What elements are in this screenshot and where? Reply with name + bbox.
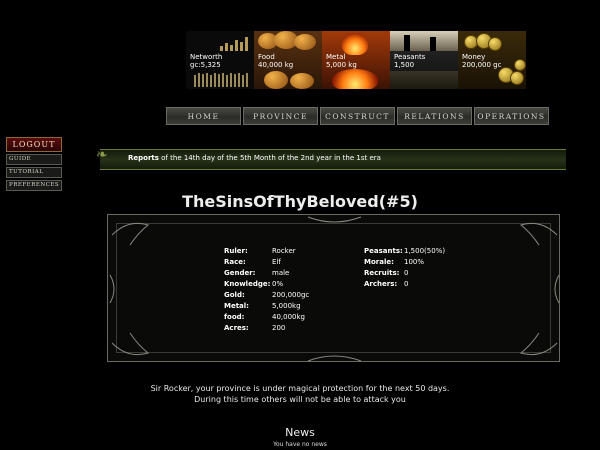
race-value: Elf	[272, 258, 281, 266]
stat-recruits: Recruits: 0	[364, 269, 408, 278]
metal-stat-label: Metal:	[224, 302, 249, 310]
networth-label: Networth	[190, 53, 223, 61]
stat-gold: Gold: 200,000gc	[224, 291, 309, 300]
province-stats-panel: Ruler: Rocker Race: Elf Gender: male Knowle…	[107, 214, 560, 362]
morale-label: Morale:	[364, 258, 394, 266]
archers-value: 0	[404, 280, 409, 288]
peasants-label: Peasants	[394, 53, 426, 61]
knowledge-label: Knowledge:	[224, 280, 271, 288]
stat-peasants: Peasants:1,500(50%)	[364, 247, 445, 256]
metal-label: Metal	[326, 53, 346, 61]
resource-banner: Networth gc:5,325 Food 40,000 kg Metal 5…	[186, 31, 526, 89]
logout-button[interactable]: LOGOUT	[6, 137, 62, 152]
food-value: 40,000 kg	[258, 61, 294, 69]
money-panel: Money 200,000 gc	[458, 31, 526, 89]
gold-value: 200,000gc	[272, 291, 310, 299]
money-label: Money	[462, 53, 486, 61]
networth-bars-icon	[194, 73, 254, 87]
peasants-stat-label: Peasants:	[364, 247, 403, 255]
stat-gender: Gender: male	[224, 269, 289, 278]
metal-value: 5,000 kg	[326, 61, 357, 69]
peasants-value: 1,500	[394, 61, 415, 69]
race-label: Race:	[224, 258, 246, 266]
archers-label: Archers:	[364, 280, 398, 288]
main-nav: HOME PROVINCE CONSTRUCT RELATIONS OPERAT…	[166, 107, 549, 125]
report-bar: ❧ Reports of the 14th day of the 5th Mon…	[96, 147, 566, 170]
food-stat-value: 40,000kg	[272, 313, 305, 321]
ruler-value: Rocker	[272, 247, 296, 255]
news-empty-text: You have no news	[273, 441, 327, 448]
gender-label: Gender:	[224, 269, 256, 277]
recruits-value: 0	[404, 269, 409, 277]
recruits-label: Recruits:	[364, 269, 400, 277]
ornament-icon: ❧	[96, 147, 108, 163]
food-panel: Food 40,000 kg	[254, 31, 322, 89]
gold-label: Gold:	[224, 291, 245, 299]
stat-acres: Acres: 200	[224, 324, 285, 333]
food-label: Food	[258, 53, 275, 61]
gender-value: male	[272, 269, 290, 277]
nav-relations[interactable]: RELATIONS	[397, 107, 472, 125]
acres-value: 200	[272, 324, 286, 332]
province-title: TheSinsOfThyBeloved(#5)	[182, 192, 418, 211]
morale-value: 100%	[404, 258, 425, 266]
stat-morale: Morale: 100%	[364, 258, 424, 267]
protection-line-1: Sir Rocker, your province is under magic…	[150, 384, 450, 393]
report-label: Reports	[128, 154, 159, 162]
side-menu: LOGOUT GUIDE TUTORIAL PREFERENCES	[6, 137, 62, 191]
stat-metal: Metal: 5,000kg	[224, 302, 301, 311]
report-date: of the 14th day of the 5th Month of the …	[161, 154, 381, 162]
acres-label: Acres:	[224, 324, 249, 332]
protection-message: Sir Rocker, your province is under magic…	[0, 383, 600, 405]
peasants-panel: Peasants 1,500	[390, 31, 458, 89]
food-stat-label: food:	[224, 313, 245, 321]
ruler-label: Ruler:	[224, 247, 248, 255]
stat-archers: Archers: 0	[364, 280, 408, 289]
stat-race: Race: Elf	[224, 258, 281, 267]
nav-province[interactable]: PROVINCE	[243, 107, 318, 125]
stat-ruler: Ruler: Rocker	[224, 247, 296, 256]
metal-panel: Metal 5,000 kg	[322, 31, 390, 89]
networth-chart-icon	[220, 37, 250, 51]
stat-knowledge: Knowledge: 0%	[224, 280, 283, 289]
ornate-frame-icon	[109, 216, 560, 362]
knowledge-value: 0%	[272, 280, 284, 288]
protection-line-2: During this time others will not be able…	[194, 395, 406, 404]
menu-preferences[interactable]: PREFERENCES	[6, 180, 62, 191]
report-text: Reports of the 14th day of the 5th Month…	[128, 154, 381, 162]
menu-tutorial[interactable]: TUTORIAL	[6, 167, 62, 178]
nav-home[interactable]: HOME	[166, 107, 241, 125]
nav-construct[interactable]: CONSTRUCT	[320, 107, 395, 125]
metal-stat-value: 5,000kg	[272, 302, 301, 310]
nav-operations[interactable]: OPERATIONS	[474, 107, 549, 125]
money-value: 200,000 gc	[462, 61, 502, 69]
stat-food: food: 40,000kg	[224, 313, 305, 322]
networth-panel: Networth gc:5,325	[186, 31, 254, 89]
networth-value: gc:5,325	[190, 61, 221, 69]
menu-guide[interactable]: GUIDE	[6, 154, 62, 165]
news-heading: News	[285, 426, 315, 439]
peasants-stat-value: 1,500(50%)	[404, 247, 446, 255]
